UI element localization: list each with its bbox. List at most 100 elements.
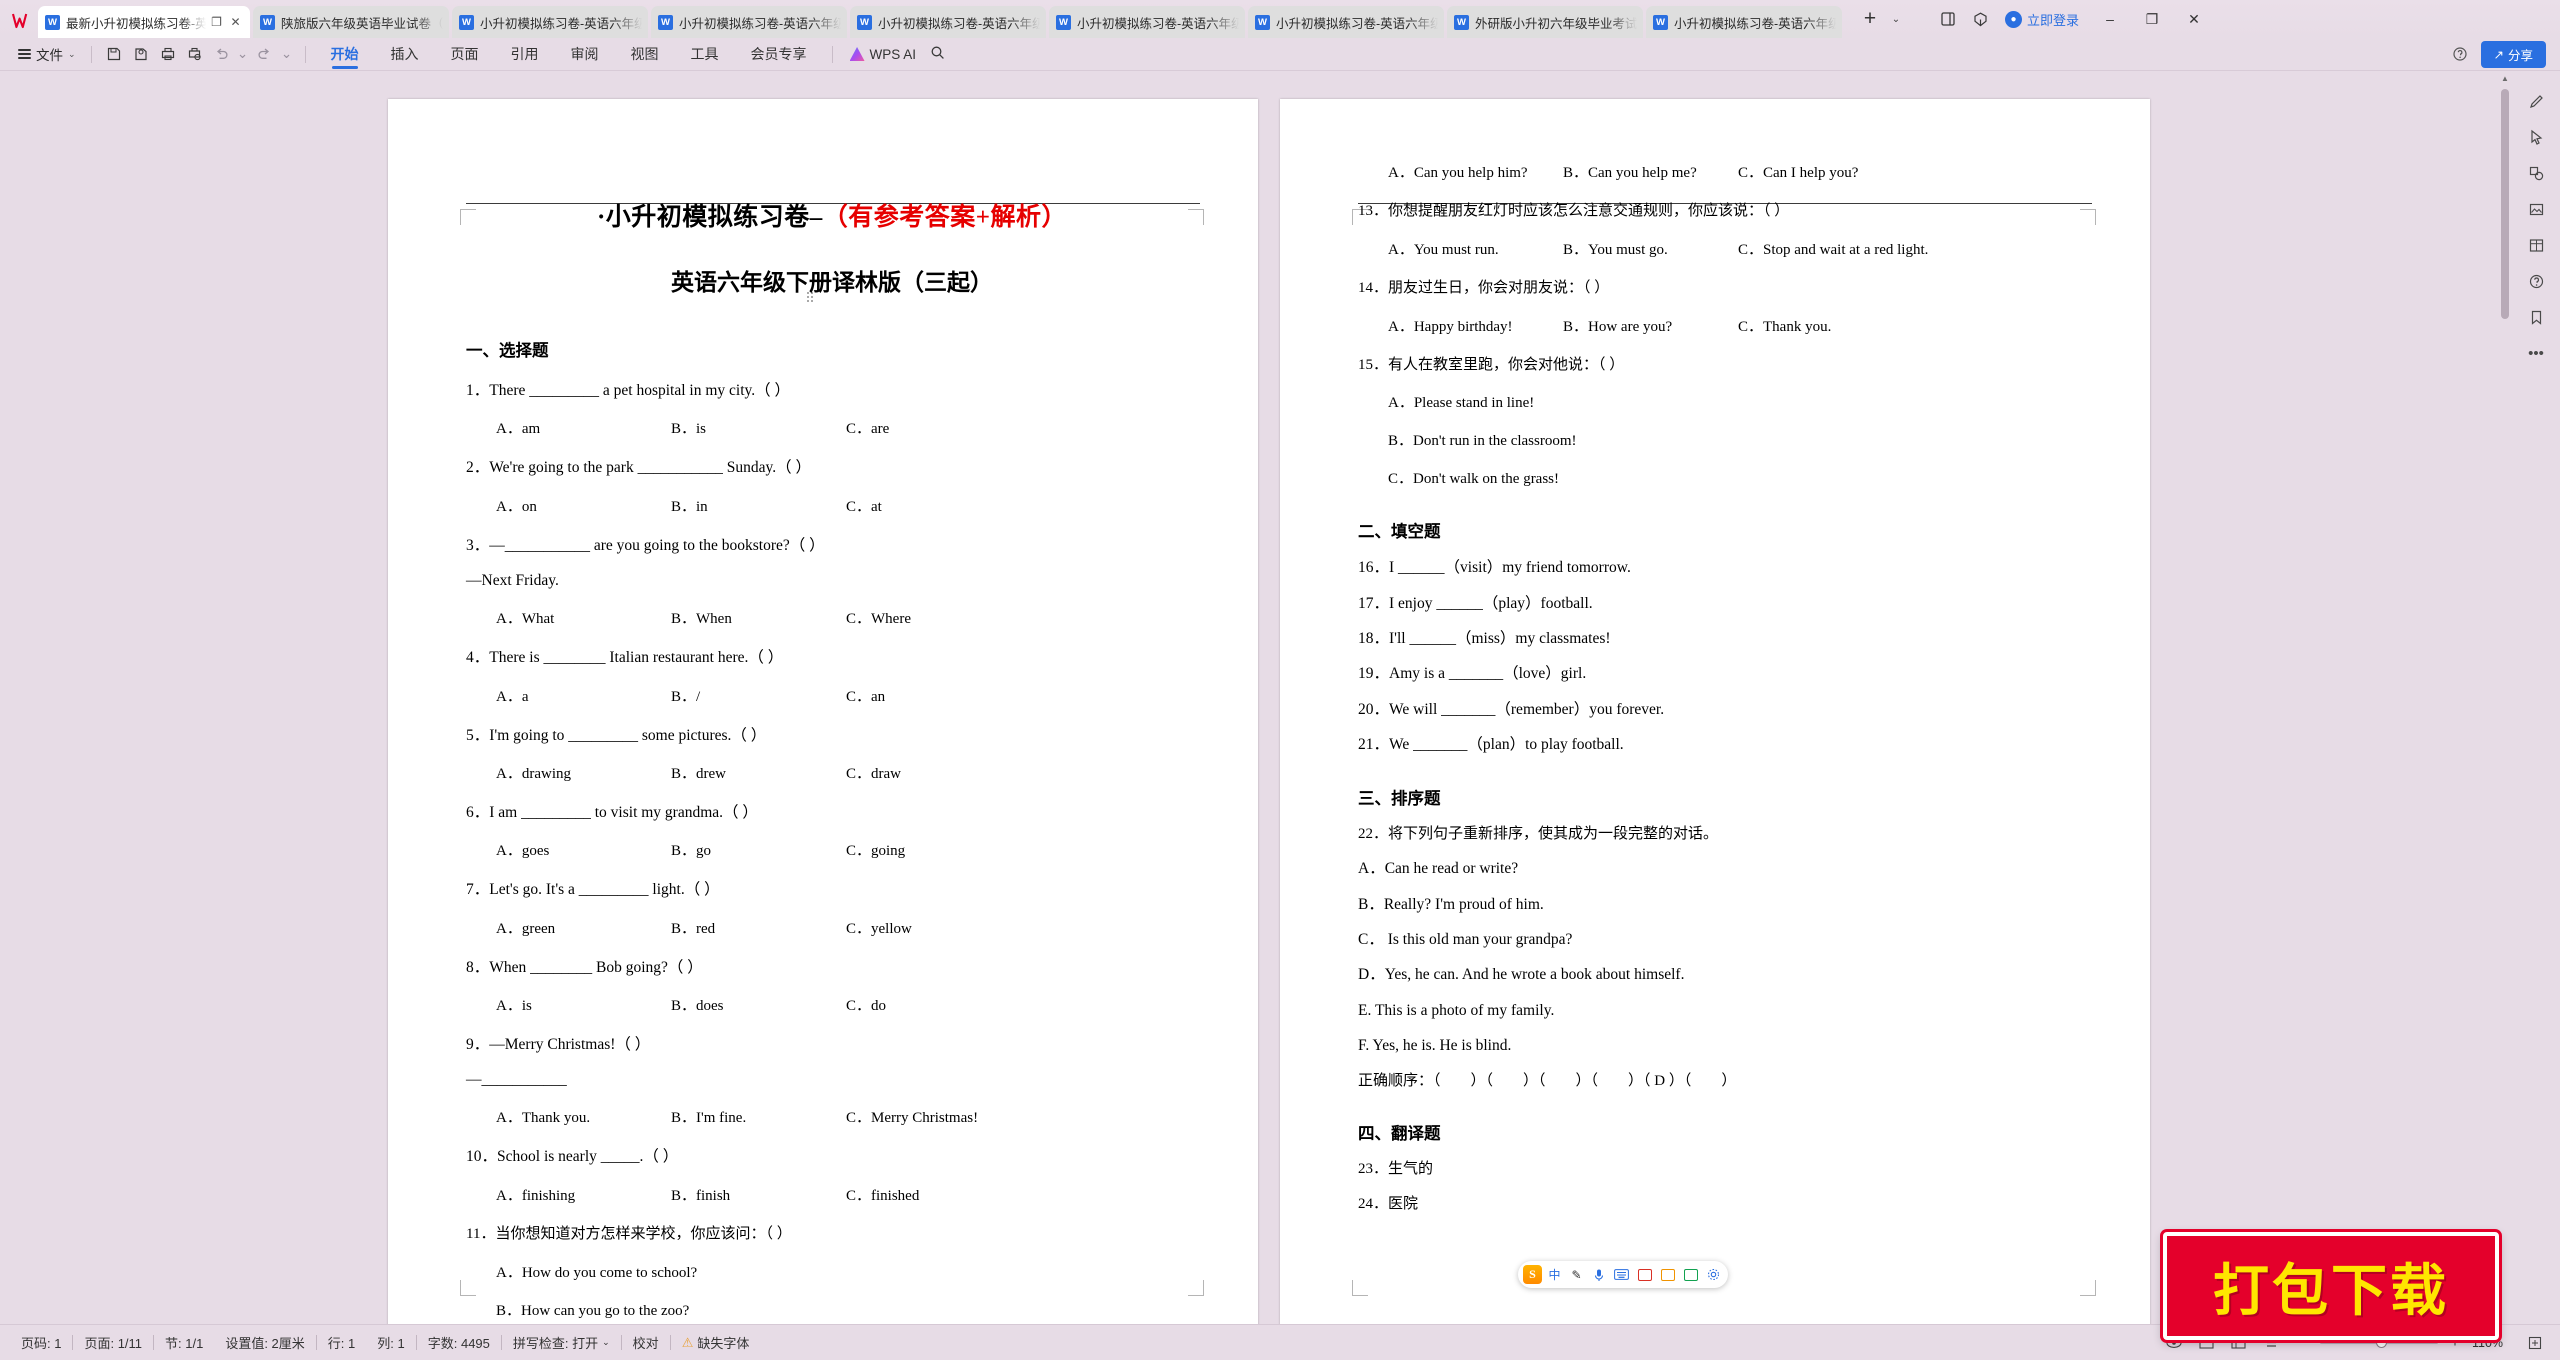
option-b[interactable]: B．is (671, 417, 846, 438)
option-b[interactable]: B．When (671, 607, 846, 628)
option-b[interactable]: B．does (671, 994, 846, 1015)
option-c[interactable]: C．yellow (846, 917, 912, 938)
keyboard-icon[interactable] (1611, 1264, 1632, 1285)
download-stamp[interactable]: 打包下载 (2163, 1232, 2499, 1340)
ime-pen-icon[interactable]: ✎ (1567, 1264, 1586, 1285)
status-col[interactable]: 列: 1 (366, 1333, 415, 1352)
document-page-left[interactable]: ·小升初模拟练习卷–（有参考答案+解析） 英语六年级下册译林版（三起） 一、选择… (388, 99, 1258, 1324)
option-c[interactable]: C．Where (846, 607, 911, 628)
doc-tab-2[interactable]: W 小升初模拟练习卷-英语六年级下册… (452, 6, 648, 38)
doc-tab-8[interactable]: W 小升初模拟练习卷-英语六年级下册译 (1646, 6, 1842, 38)
status-setting[interactable]: 设置值: 2厘米 (214, 1333, 315, 1352)
doc-tab-3[interactable]: W 小升初模拟练习卷-英语六年级下册 (651, 6, 847, 38)
ribbon-help-icon[interactable] (2445, 39, 2475, 69)
doc-tab-1[interactable]: W 陕旅版六年级英语毕业试卷（含答案 (253, 6, 449, 38)
document-page-right[interactable]: A．Can you help him? B．Can you help me? C… (1280, 99, 2150, 1324)
question-15-option-b[interactable]: B．Don't run in the classroom! (1358, 429, 2090, 450)
orange-box-icon[interactable] (1658, 1264, 1678, 1285)
ribbon-tab-insert[interactable]: 插入 (375, 38, 435, 71)
question-11-option-a[interactable]: A．How do you come to school? (466, 1261, 1198, 1282)
ime-toolbar[interactable]: S 中 ✎ (1518, 1261, 1728, 1288)
status-row[interactable]: 行: 1 (317, 1333, 366, 1352)
option-b[interactable]: B．You must go. (1563, 238, 1738, 259)
mic-icon[interactable] (1589, 1264, 1608, 1285)
help-icon[interactable] (2519, 265, 2553, 297)
status-page-number[interactable]: 页码: 1 (10, 1333, 72, 1352)
option-a[interactable]: A．green (496, 917, 671, 938)
ribbon-tab-view[interactable]: 视图 (615, 38, 675, 71)
ribbon-tab-reference[interactable]: 引用 (495, 38, 555, 71)
document-scrollbar[interactable]: ▲ (2498, 71, 2512, 1324)
option-b[interactable]: B．Can you help me? (1563, 161, 1738, 182)
doc-tab-7[interactable]: W 外研版小升初六年级毕业考试卷.doc (1447, 6, 1643, 38)
ribbon-tab-review[interactable]: 审阅 (555, 38, 615, 71)
status-word-count[interactable]: 字数: 4495 (417, 1333, 501, 1352)
status-spellcheck[interactable]: 拼写检查: 打开 ⌄ (502, 1333, 621, 1352)
more-icon[interactable]: ••• (2519, 337, 2553, 369)
share-button[interactable]: ↗ 分享 (2480, 40, 2546, 68)
doc-tab-5[interactable]: W 小升初模拟练习卷-英语六年级下册外 (1049, 6, 1245, 38)
sogou-ime-logo-icon[interactable]: S (1523, 1265, 1542, 1284)
option-b[interactable]: B．finish (671, 1184, 846, 1205)
green-box-icon[interactable] (1681, 1264, 1701, 1285)
option-a[interactable]: A．What (496, 607, 671, 628)
red-box-icon[interactable] (1635, 1264, 1655, 1285)
option-c[interactable]: C．Can I help you? (1738, 161, 1858, 182)
table-icon[interactable] (2519, 229, 2553, 261)
option-b[interactable]: B．in (671, 495, 846, 516)
status-missing-font[interactable]: ⚠ 缺失字体 (671, 1333, 761, 1352)
question-11-option-b[interactable]: B．How can you go to the zoo? (466, 1299, 1198, 1320)
option-c[interactable]: C．Stop and wait at a red light. (1738, 238, 1928, 259)
option-a[interactable]: A．am (496, 417, 671, 438)
option-a[interactable]: A．You must run. (1388, 238, 1563, 259)
close-button[interactable]: ✕ (2173, 0, 2215, 38)
panel-icon[interactable] (1933, 4, 1963, 34)
search-icon[interactable] (924, 45, 951, 63)
option-c[interactable]: C．draw (846, 762, 901, 783)
login-button[interactable]: ● 立即登录 (1997, 10, 2087, 29)
chevron-down-icon[interactable]: ⌄ (1887, 4, 1905, 34)
doc-tab-6[interactable]: W 小升初模拟练习卷-英语六年级下册人 (1248, 6, 1444, 38)
bookmark-icon[interactable] (2519, 301, 2553, 333)
minimize-button[interactable]: – (2089, 0, 2131, 38)
zoom-slider[interactable] (2320, 1337, 2438, 1348)
print-icon[interactable] (155, 42, 181, 67)
cloud-icon[interactable] (1965, 4, 1995, 34)
option-a[interactable]: A．finishing (496, 1184, 671, 1205)
document-canvas[interactable]: ·小升初模拟练习卷–（有参考答案+解析） 英语六年级下册译林版（三起） 一、选择… (26, 71, 2512, 1324)
option-b[interactable]: B．How are you? (1563, 315, 1738, 336)
option-a[interactable]: A．on (496, 495, 671, 516)
new-tab-button[interactable]: + (1855, 4, 1885, 34)
option-a[interactable]: A．Happy birthday! (1388, 315, 1563, 336)
ribbon-tab-page[interactable]: 页面 (435, 38, 495, 71)
question-15-option-a[interactable]: A．Please stand in line! (1358, 391, 2090, 412)
save-icon[interactable] (101, 42, 127, 67)
shapes-icon[interactable] (2519, 157, 2553, 189)
file-menu-button[interactable]: 文件 ⌄ (12, 41, 82, 67)
option-b[interactable]: B．red (671, 917, 846, 938)
option-c[interactable]: C．at (846, 495, 882, 516)
print-preview-icon[interactable] (182, 42, 208, 67)
fit-page-icon[interactable] (2520, 1330, 2550, 1356)
cursor-icon[interactable] (2519, 121, 2553, 153)
option-c[interactable]: C．Thank you. (1738, 315, 1831, 336)
option-a[interactable]: A．Can you help him? (1388, 161, 1563, 182)
option-c[interactable]: C．going (846, 839, 905, 860)
ribbon-tab-member[interactable]: 会员专享 (735, 38, 823, 71)
option-a[interactable]: A．is (496, 994, 671, 1015)
option-b[interactable]: B．/ (671, 685, 846, 706)
wps-ai-button[interactable]: WPS AI (842, 47, 925, 62)
qat-more-icon[interactable]: ⌄ (278, 42, 296, 67)
status-proofread[interactable]: 校对 (622, 1333, 670, 1352)
maximize-button[interactable]: ❐ (2131, 0, 2173, 38)
option-c[interactable]: C．do (846, 994, 886, 1015)
option-c[interactable]: C．finished (846, 1184, 919, 1205)
undo-dropdown-icon[interactable]: ⌄ (236, 42, 250, 67)
ime-language-toggle[interactable]: 中 (1545, 1264, 1564, 1285)
status-page-of[interactable]: 页面: 1/11 (73, 1333, 153, 1352)
option-b[interactable]: B．I'm fine. (671, 1106, 846, 1127)
question-15-option-c[interactable]: C．Don't walk on the grass! (1358, 467, 2090, 488)
option-a[interactable]: A．drawing (496, 762, 671, 783)
doc-tab-0[interactable]: W 最新小升初模拟练习卷-英语… ❐ ✕ (38, 6, 250, 38)
option-a[interactable]: A．Thank you. (496, 1106, 671, 1127)
